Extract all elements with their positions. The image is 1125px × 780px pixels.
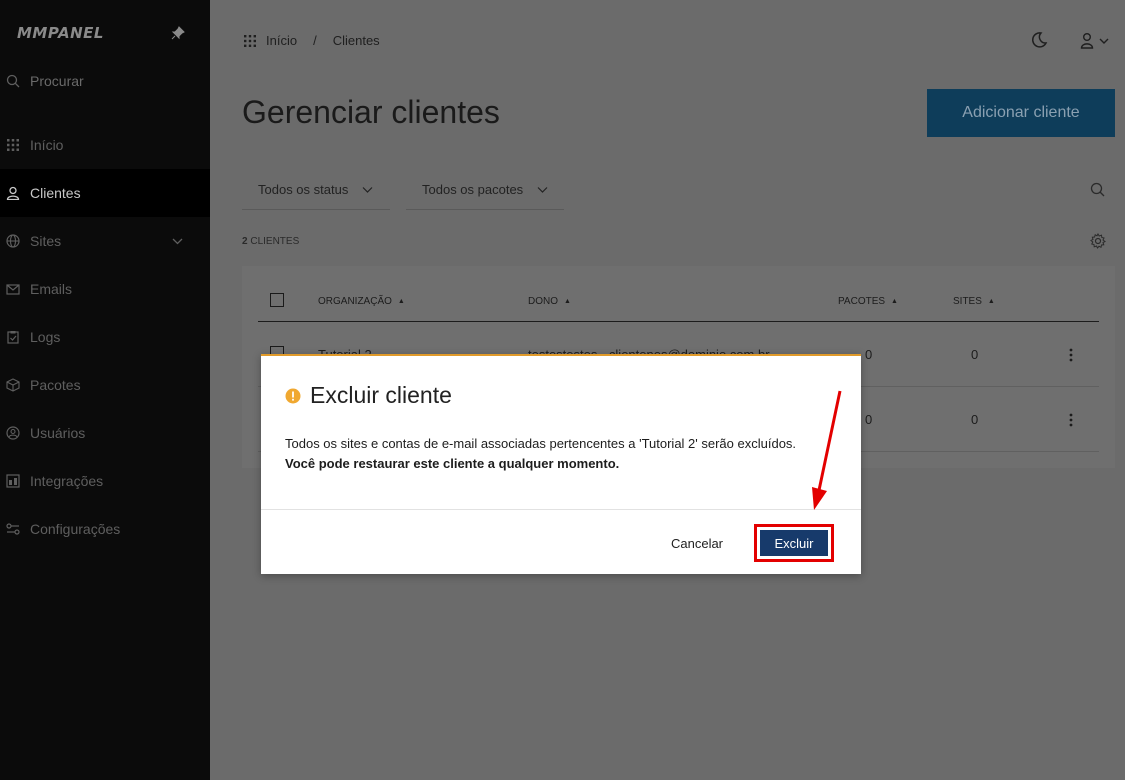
modal-divider [261, 509, 861, 510]
header-organization-label: ORGANIZAÇÃO [318, 296, 392, 307]
header-owner[interactable]: DONO ▲ [528, 296, 571, 307]
sidebar-item-label: Usuários [30, 425, 86, 441]
gear-icon[interactable] [1090, 233, 1106, 249]
apps-grid-icon[interactable] [244, 34, 256, 47]
status-filter[interactable]: Todos os status [242, 170, 390, 210]
modal-header: Excluir cliente [285, 382, 452, 409]
globe-icon [0, 234, 30, 248]
more-options-icon[interactable] [1069, 348, 1073, 362]
sidebar-item-label: Integrações [30, 473, 104, 489]
sort-up-icon: ▲ [564, 298, 571, 305]
clipboard-icon [0, 330, 30, 344]
breadcrumb-separator: / [313, 33, 317, 48]
integrations-icon [0, 474, 30, 488]
sidebar-item-clientes[interactable]: Clientes [0, 169, 210, 217]
page-title: Gerenciar clientes [242, 94, 500, 130]
sidebar-item-label: Pacotes [30, 377, 81, 393]
chevron-down-icon [362, 187, 373, 193]
breadcrumb-current: Clientes [332, 33, 380, 48]
topbar: Início / Clientes [210, 0, 1125, 82]
header-packages-label: PACOTES [838, 296, 886, 307]
status-filter-value: Todos os status [258, 182, 349, 197]
sidebar-item-inicio[interactable]: Início [0, 121, 210, 169]
modal-title: Excluir cliente [310, 382, 452, 408]
modal-body: Todos os sites e contas de e-mail associ… [285, 434, 845, 474]
client-count-number: 2 [242, 236, 248, 247]
header-sites-label: SITES [953, 296, 982, 307]
search-icon[interactable] [1090, 182, 1105, 197]
sidebar-item-label: Configurações [30, 521, 121, 537]
row-sites: 0 [971, 412, 979, 427]
sidebar-item-label: Logs [30, 329, 61, 345]
moon-icon[interactable] [1030, 31, 1048, 49]
package-filter-value: Todos os pacotes [422, 182, 524, 197]
client-count: 2 CLIENTES [242, 236, 299, 247]
breadcrumb-home[interactable]: Início [266, 33, 297, 48]
row-sites: 0 [971, 347, 979, 362]
sort-up-icon: ▲ [987, 298, 995, 305]
grid-icon [0, 138, 30, 152]
chevron-down-icon [172, 238, 183, 245]
sidebar-search-label: Procurar [30, 73, 84, 89]
sort-up-icon: ▲ [397, 298, 405, 305]
sidebar-item-emails[interactable]: Emails [0, 265, 210, 313]
header-sites[interactable]: SITES ▲ [953, 296, 995, 307]
highlight-box: Excluir [754, 524, 834, 562]
header-divider [258, 321, 1099, 322]
sidebar-item-sites[interactable]: Sites [0, 217, 210, 265]
sidebar-search[interactable]: Procurar [0, 66, 210, 96]
pin-icon[interactable] [171, 26, 185, 40]
sidebar-item-logs[interactable]: Logs [0, 313, 210, 361]
sidebar-item-pacotes[interactable]: Pacotes [0, 361, 210, 409]
sidebar-item-configuracoes[interactable]: Configurações [0, 505, 210, 553]
modal-message: Todos os sites e contas de e-mail associ… [285, 436, 797, 451]
mail-icon [0, 282, 30, 296]
chevron-down-icon [537, 187, 548, 193]
cancel-button[interactable]: Cancelar [659, 531, 735, 555]
client-count-label: CLIENTES [250, 236, 300, 247]
users-icon [0, 426, 30, 440]
user-menu-icon[interactable] [1080, 32, 1112, 50]
confirm-delete-button[interactable]: Excluir [760, 530, 828, 556]
sidebar-item-label: Clientes [30, 185, 81, 201]
add-client-button[interactable]: Adicionar cliente [927, 89, 1115, 137]
delete-client-modal: Excluir cliente Todos os sites e contas … [261, 354, 861, 574]
sidebar-item-integracoes[interactable]: Integrações [0, 457, 210, 505]
breadcrumb: Início / Clientes [244, 33, 380, 48]
sidebar: MMPANEL Procurar Início Clientes Sites E… [0, 0, 210, 780]
select-all-checkbox[interactable] [270, 293, 284, 307]
sort-up-icon: ▲ [891, 298, 898, 305]
app-logo: MMPANEL [17, 24, 104, 42]
sidebar-item-label: Emails [30, 281, 73, 297]
modal-restore-note: Você pode restaurar este cliente a qualq… [285, 456, 620, 471]
row-packages: 0 [865, 412, 873, 427]
user-icon [0, 186, 30, 200]
package-filter[interactable]: Todos os pacotes [406, 170, 564, 210]
header-organization[interactable]: ORGANIZAÇÃO ▲ [318, 296, 405, 307]
sidebar-item-usuarios[interactable]: Usuários [0, 409, 210, 457]
annotation-arrow [812, 390, 842, 510]
sidebar-header: MMPANEL [0, 0, 210, 66]
sidebar-item-label: Início [30, 137, 64, 153]
more-options-icon[interactable] [1069, 413, 1073, 427]
modal-accent-bar [261, 354, 861, 356]
package-icon [0, 378, 30, 392]
settings-icon [0, 522, 30, 536]
header-owner-label: DONO [528, 296, 558, 307]
row-packages: 0 [865, 347, 873, 362]
sidebar-item-label: Sites [30, 233, 62, 249]
search-icon [0, 74, 30, 88]
warning-icon [285, 388, 301, 403]
header-packages[interactable]: PACOTES ▲ [838, 296, 898, 307]
